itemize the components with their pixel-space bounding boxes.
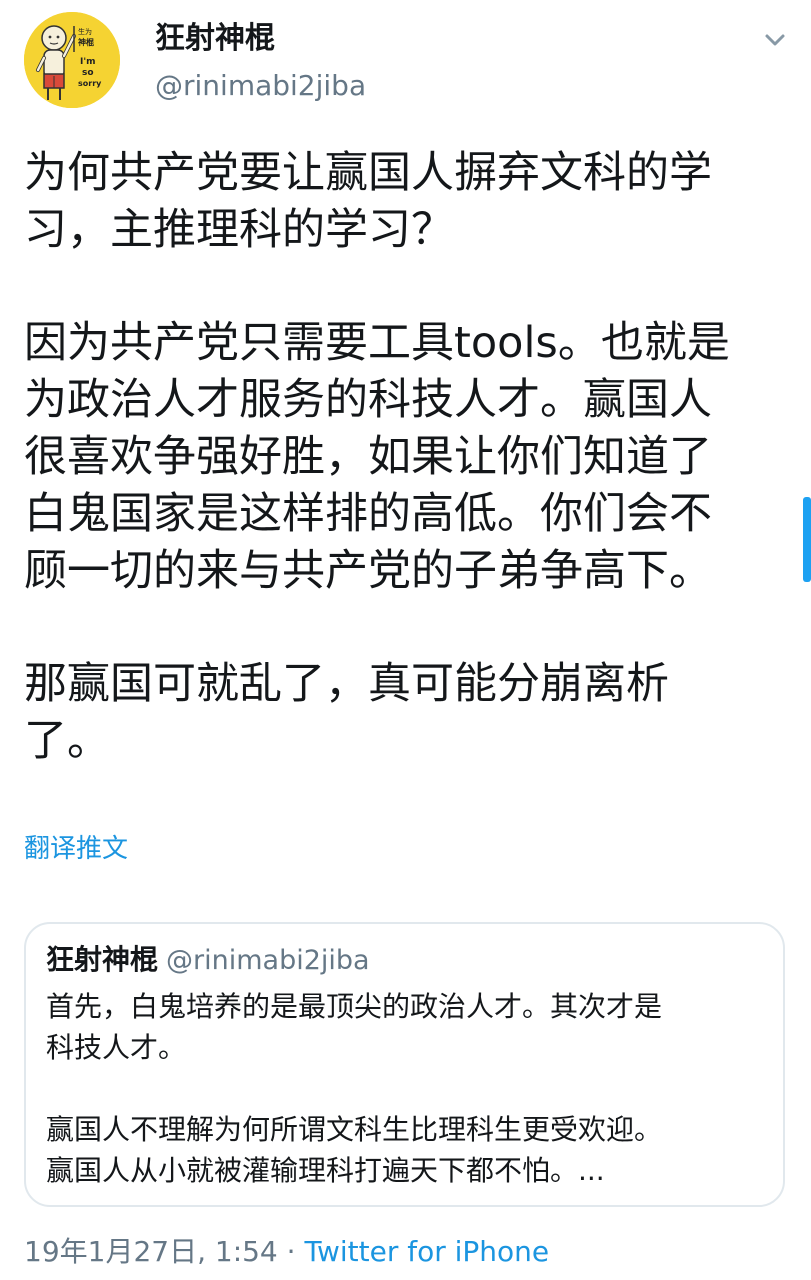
translate-tweet-link[interactable]: 翻译推文 <box>24 828 128 865</box>
tweet-timestamp[interactable]: 19年1月27日, 1:54 <box>24 1235 278 1268</box>
quoted-tweet-paragraph: 首先，白鬼培养的是最顶尖的政治人才。其次才是 科技人才。 <box>46 990 663 1064</box>
svg-text:I'm: I'm <box>80 57 95 67</box>
scrollbar[interactable] <box>803 497 811 582</box>
meta-separator: · <box>286 1235 296 1268</box>
quoted-tweet-paragraph: 赢国人不理解为何所谓文科生比理科生更受欢迎。 赢国人从小就被灌输理科打遍天下都不… <box>46 1113 663 1187</box>
tweet-meta: 19年1月27日, 1:54 · Twitter for iPhone <box>24 1238 549 1266</box>
tweet-paragraph: 为何共产党要让赢国人摒弃文科的学 习，主推理科的学习？ <box>24 148 712 255</box>
tweet-paragraph: 那赢国可就乱了，真可能分崩离析 了。 <box>24 659 669 766</box>
chevron-down-icon[interactable] <box>758 28 792 52</box>
author-handle[interactable]: @rinimabi2jiba <box>155 72 366 100</box>
tweet-paragraph: 因为共产党只需要工具tools。也就是 为政治人才服务的科技人才。赢国人 很喜欢… <box>24 318 730 596</box>
quoted-author-handle: @rinimabi2jiba <box>166 945 370 976</box>
quoted-tweet-text: 首先，白鬼培养的是最顶尖的政治人才。其次才是 科技人才。 赢国人不理解为何所谓文… <box>46 986 766 1232</box>
quoted-author-name: 狂射神棍 <box>46 943 159 976</box>
tweet-text: 为何共产党要让赢国人摒弃文科的学 习，主推理科的学习？ 因为共产党只需要工具to… <box>24 145 794 826</box>
quoted-tweet-header: 狂射神棍 @rinimabi2jiba <box>46 943 370 976</box>
author-display-name[interactable]: 狂射神棍 <box>155 24 275 54</box>
svg-text:生为: 生为 <box>78 27 92 36</box>
tweet-source-link[interactable]: Twitter for iPhone <box>304 1235 549 1268</box>
avatar[interactable]: 生为 神棍 I'm so sorry <box>24 12 120 108</box>
svg-text:sorry: sorry <box>78 79 102 88</box>
svg-text:so: so <box>82 68 94 78</box>
quoted-tweet-card[interactable]: 狂射神棍 @rinimabi2jiba 首先，白鬼培养的是最顶尖的政治人才。其次才… <box>24 922 785 1207</box>
tweet-detail-page: 生为 神棍 I'm so sorry 狂射神棍 @rinimabi2jiba 为… <box>0 0 811 1280</box>
cartoon-avatar-icon: 生为 神棍 I'm so sorry <box>24 12 120 108</box>
svg-text:神棍: 神棍 <box>78 37 94 47</box>
